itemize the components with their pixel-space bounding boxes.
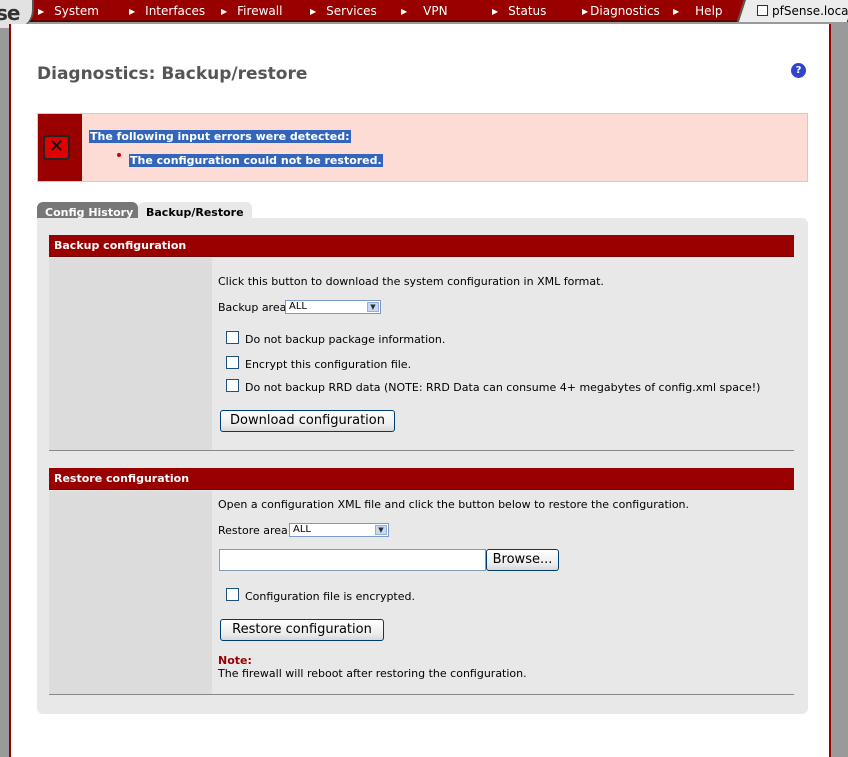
restore-description: Open a configuration XML file and click … (218, 498, 690, 511)
page-container: Diagnostics: Backup/restore ? ✕ The foll… (9, 24, 831, 757)
error-x-icon: ✕ (43, 135, 70, 160)
no-package-label: Do not backup package information. (245, 333, 446, 346)
nav-arrow-icon: ▶ (673, 7, 680, 16)
nav-diagnostics[interactable]: ▶ Diagnostics (582, 0, 660, 22)
nav-interfaces[interactable]: ▶ Interfaces (129, 0, 205, 22)
nav-arrow-icon: ▶ (582, 7, 589, 16)
nav-label: System (54, 4, 99, 18)
nav-help[interactable]: ▶ Help (673, 0, 723, 22)
nav-label: Interfaces (145, 4, 206, 18)
nav-system[interactable]: ▶ System (38, 0, 99, 22)
no-rrd-label: Do not backup RRD data (NOTE: RRD Data c… (245, 381, 761, 394)
browse-button[interactable]: Browse... (486, 549, 559, 571)
error-heading: The following input errors were detected… (89, 130, 351, 143)
hostname-label: pfSense.loca (757, 0, 848, 22)
restore-configuration-button[interactable]: Restore configuration (220, 619, 384, 641)
backup-description: Click this button to download the system… (218, 275, 604, 288)
nav-label: VPN (423, 4, 448, 18)
nav-label: Help (695, 4, 723, 18)
error-icon-column: ✕ (38, 114, 82, 181)
backup-restore-panel: Backup configuration Click this button t… (37, 218, 808, 714)
nav-arrow-icon: ▶ (38, 7, 45, 16)
encrypted-label: Configuration file is encrypted. (245, 590, 415, 603)
top-nav-bar: se ▶ System ▶ Interfaces ▶ Firewall ▶ Servic… (0, 0, 848, 28)
section-divider (49, 694, 794, 695)
restore-area-select[interactable]: ALL ▼ (289, 523, 389, 537)
restore-left-column (49, 491, 212, 694)
nav-status[interactable]: ▶ Status (492, 0, 546, 22)
nav-label: Status (508, 4, 547, 18)
nav-arrow-icon: ▶ (129, 7, 136, 16)
nav-label: Services (326, 4, 377, 18)
nav-services[interactable]: ▶ Services (310, 0, 377, 22)
help-icon[interactable]: ? (791, 63, 806, 78)
backup-section-header: Backup configuration (49, 235, 794, 257)
backup-area-label: Backup area: (218, 301, 291, 314)
chevron-down-icon[interactable]: ▼ (375, 525, 387, 535)
nav-firewall[interactable]: ▶ Firewall (221, 0, 282, 22)
restore-area-value: ALL (293, 524, 311, 535)
nav-arrow-icon: ▶ (492, 7, 499, 16)
encrypted-checkbox[interactable] (226, 588, 239, 601)
config-file-input[interactable] (219, 549, 486, 571)
encrypt-label: Encrypt this configuration file. (245, 358, 412, 371)
backup-left-column (49, 258, 212, 450)
nav-vpn[interactable]: ▶ VPN (401, 0, 448, 22)
section-divider (49, 450, 794, 451)
error-message: The configuration could not be restored. (129, 154, 383, 167)
nav-arrow-icon: ▶ (310, 7, 317, 16)
no-rrd-checkbox[interactable] (226, 379, 239, 392)
download-configuration-button[interactable]: Download configuration (220, 410, 395, 432)
restore-section-header: Restore configuration (49, 468, 794, 490)
chevron-down-icon[interactable]: ▼ (367, 302, 379, 312)
bullet-icon (117, 153, 121, 157)
no-package-checkbox[interactable] (226, 331, 239, 344)
nav-arrow-icon: ▶ (401, 7, 408, 16)
nav-label: Firewall (237, 4, 283, 18)
network-icon (757, 5, 768, 16)
backup-area-select[interactable]: ALL ▼ (285, 300, 381, 314)
hostname-text: pfSense.loca (772, 4, 848, 18)
nav-label: Diagnostics (590, 4, 660, 18)
note-label: Note: (218, 654, 252, 667)
note-text: The firewall will reboot after restoring… (218, 667, 527, 680)
restore-area-label: Restore area: (218, 524, 292, 537)
backup-area-value: ALL (289, 301, 307, 312)
encrypt-checkbox[interactable] (226, 356, 239, 369)
nav-arrow-icon: ▶ (221, 7, 228, 16)
input-error-box: ✕ The following input errors were detect… (37, 113, 808, 182)
page-title: Diagnostics: Backup/restore (37, 64, 308, 84)
